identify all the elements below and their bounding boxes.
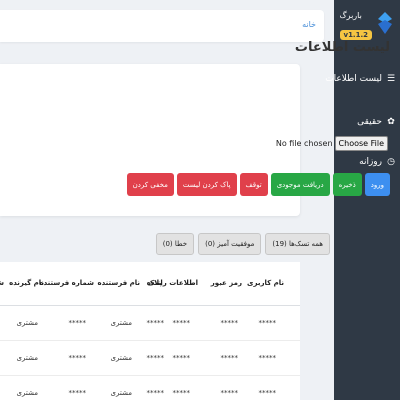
filter-all-tasks[interactable]: همه تسک‌ها (19) xyxy=(265,233,330,255)
sidebar-item-label: حقیقی xyxy=(357,117,382,127)
table-row[interactable]: ***** ***** ***** ***** مشتری ***** مشتر… xyxy=(0,306,300,341)
cell: ***** xyxy=(146,354,165,362)
get-balance-button[interactable]: دریافت موجودی xyxy=(270,173,330,196)
top-header: خانه xyxy=(0,10,324,42)
cell: مشتری xyxy=(16,354,38,362)
sidebar-item-label: روزانه xyxy=(359,157,382,167)
cell: ***** xyxy=(172,389,191,397)
cell: ***** xyxy=(220,389,239,397)
file-picker[interactable]: No file chosen Choose File xyxy=(276,136,388,151)
paw-icon: ✿ xyxy=(387,117,395,127)
col-password: رمز عبور xyxy=(210,279,242,287)
cell: ***** xyxy=(258,354,277,362)
cell: ***** xyxy=(172,354,191,362)
sidebar-item-real[interactable]: حقیقی ✿ xyxy=(357,117,396,127)
table-header: نام کاربری رمز عبور اطلاعات راننده پلاک … xyxy=(0,262,300,306)
sidebar-item-info-list[interactable]: لیست اطلاعات ☰ xyxy=(325,74,396,84)
table-row[interactable]: ***** ***** ***** ***** مشتری ***** مشتر… xyxy=(0,376,300,400)
save-button[interactable]: ذخیره xyxy=(332,173,362,196)
col-plate: پلاک xyxy=(146,279,162,287)
col-username: نام کاربری xyxy=(247,279,284,287)
brand-name: باربرگ xyxy=(339,11,362,20)
file-status: No file chosen xyxy=(275,139,333,148)
hide-button[interactable]: مخفی کردن xyxy=(126,173,174,196)
sidebar-item-daily[interactable]: روزانه ◷ xyxy=(359,157,396,167)
clock-icon: ◷ xyxy=(387,157,395,167)
col-sender-number: شماره فرستنده xyxy=(39,279,94,287)
cell: ***** xyxy=(172,319,191,327)
tasks-table: نام کاربری رمز عبور اطلاعات راننده پلاک … xyxy=(0,262,300,400)
cell: مشتری xyxy=(110,319,132,327)
list-icon: ☰ xyxy=(386,74,396,84)
cell: مشتری xyxy=(110,389,132,397)
cell: مشتری xyxy=(16,319,38,327)
cell: ***** xyxy=(258,319,277,327)
col-receiver-name: نام گیرنده xyxy=(9,279,44,287)
cell: ***** xyxy=(220,319,239,327)
cell: مشتری xyxy=(16,389,38,397)
brand[interactable]: باربرگ v1.1.2 xyxy=(339,10,392,41)
login-button[interactable]: ورود xyxy=(364,173,390,196)
cell: ***** xyxy=(68,389,87,397)
cell: ***** xyxy=(68,354,87,362)
brand-logo-icon xyxy=(378,12,392,34)
cell: ***** xyxy=(220,354,239,362)
breadcrumb-home[interactable]: خانه xyxy=(302,20,316,29)
page-title: لیست اطلاعات xyxy=(294,40,390,55)
sidebar-item-label: لیست اطلاعات xyxy=(325,74,382,84)
filter-errors[interactable]: خطا (0) xyxy=(155,233,195,255)
cell: ***** xyxy=(68,319,87,327)
stop-button[interactable]: توقف xyxy=(239,173,268,196)
sidebar: باربرگ v1.1.2 لیست اطلاعات ☰ حقیقی ✿ روز… xyxy=(325,0,400,400)
table-row[interactable]: ***** ***** ***** ***** مشتری ***** مشتر… xyxy=(0,341,300,376)
cell: مشتری xyxy=(110,354,132,362)
cell: ***** xyxy=(146,389,165,397)
col-truncated: ش xyxy=(0,279,4,287)
filter-successful[interactable]: موفقیت آمیز (0) xyxy=(198,233,262,255)
cell: ***** xyxy=(258,389,277,397)
col-sender-name: نام فرستنده xyxy=(97,279,140,287)
choose-file-button[interactable]: Choose File xyxy=(334,136,388,151)
filter-tabs: همه تسک‌ها (19) موفقیت آمیز (0) خطا (0) xyxy=(155,233,330,255)
action-buttons: ورود ذخیره دریافت موجودی توقف پاک کردن ل… xyxy=(126,173,390,196)
version-badge: v1.1.2 xyxy=(339,30,372,40)
clear-list-button[interactable]: پاک کردن لیست xyxy=(176,173,237,196)
cell: ***** xyxy=(146,319,165,327)
